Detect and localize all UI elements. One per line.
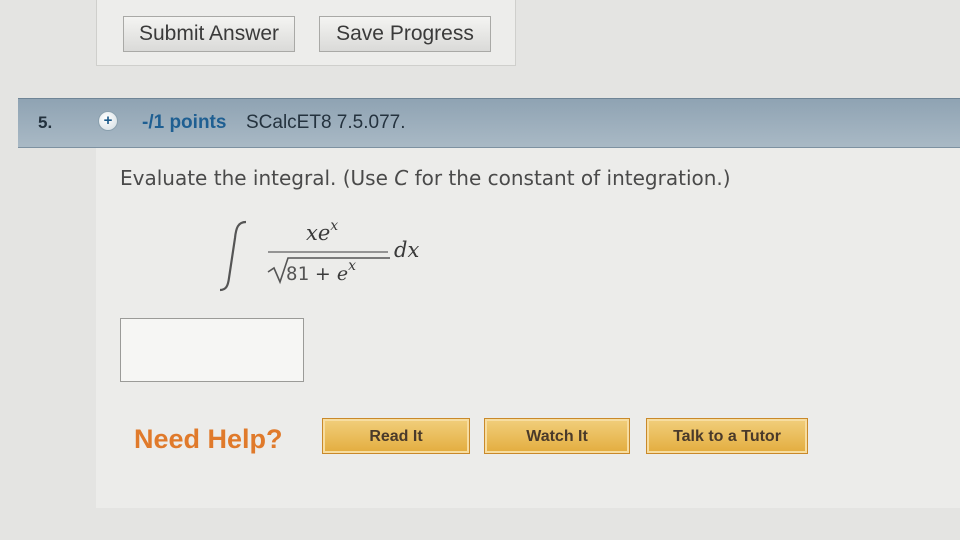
integral-differential: dx — [394, 238, 420, 262]
talk-to-tutor-button[interactable]: Talk to a Tutor — [646, 418, 808, 454]
read-it-button[interactable]: Read It — [322, 418, 470, 454]
page: { "top_actions": { "submit_label": "Subm… — [0, 0, 960, 540]
prompt-text-end: for the constant of integration.) — [408, 166, 731, 190]
need-help-label: Need Help? — [134, 424, 283, 454]
question-body: Evaluate the integral. (Use C for the co… — [96, 148, 960, 508]
answer-input[interactable] — [120, 318, 304, 382]
integral-denominator: 81 + ex — [286, 258, 357, 285]
save-progress-button[interactable]: Save Progress — [319, 16, 491, 52]
watch-it-button[interactable]: Watch It — [484, 418, 630, 454]
question-code: SCalcET8 7.5.077. — [246, 112, 406, 133]
submit-answer-button[interactable]: Submit Answer — [123, 16, 295, 52]
integral-expression: xex 81 + ex dx — [206, 216, 456, 296]
question-number: 5. — [38, 113, 53, 132]
question-prompt: Evaluate the integral. (Use C for the co… — [120, 166, 731, 190]
prompt-constant: C — [394, 166, 409, 190]
question-header: 5. + -/1 points SCalcET8 7.5.077. — [18, 98, 960, 148]
question-points: -/1 points — [142, 112, 227, 133]
integral-sign — [219, 220, 247, 292]
plus-circle-icon[interactable]: + — [98, 111, 118, 131]
submission-panel: Submit Answer Save Progress — [96, 0, 516, 66]
prompt-text-start: Evaluate the integral. (Use — [120, 166, 395, 190]
integral-numerator: xex — [306, 218, 339, 245]
